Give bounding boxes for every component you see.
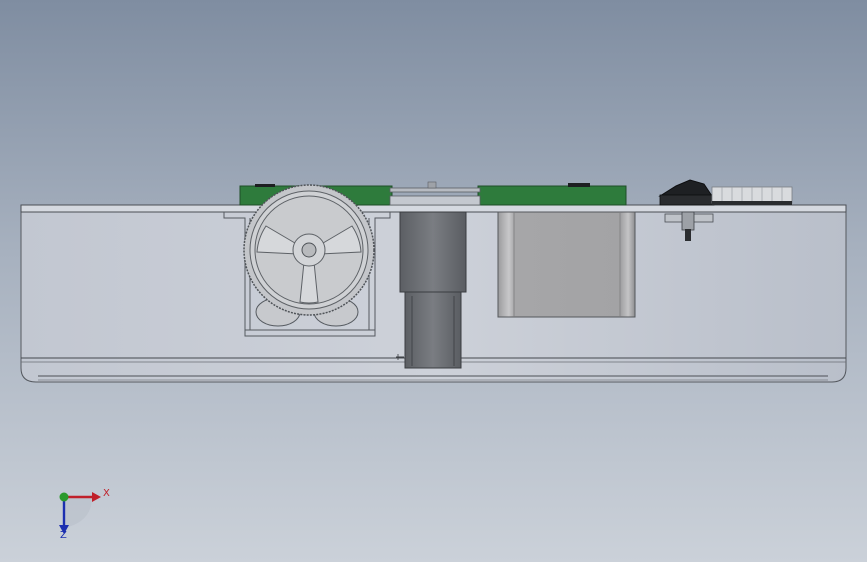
z-axis-label: Z xyxy=(60,530,67,541)
x-axis-label: X xyxy=(103,488,110,499)
triad-shadow xyxy=(64,497,92,528)
cad-viewport[interactable]: X Z xyxy=(0,0,867,562)
orientation-triad[interactable] xyxy=(0,0,867,562)
y-axis-dot xyxy=(59,492,69,502)
